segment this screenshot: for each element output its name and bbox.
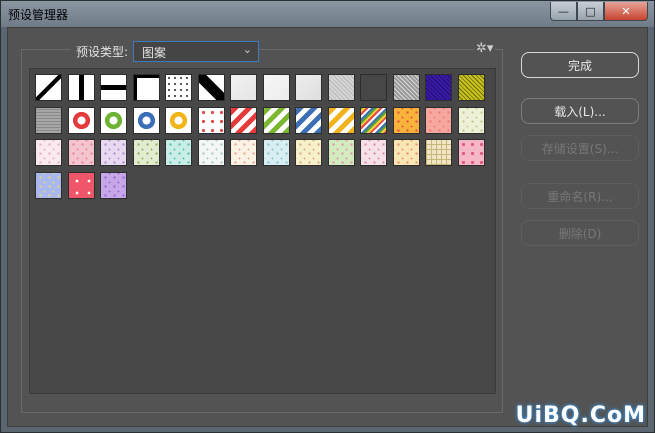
pattern-swatch[interactable] [35, 74, 62, 101]
pattern-swatch[interactable] [360, 139, 387, 166]
pattern-swatch[interactable] [360, 106, 387, 134]
pattern-swatch[interactable] [230, 74, 257, 101]
window-controls: — □ ✕ [550, 2, 648, 21]
maximize-icon: □ [585, 4, 596, 18]
pattern-swatch[interactable] [35, 171, 62, 199]
pattern-swatch[interactable] [100, 139, 127, 166]
pattern-swatch[interactable] [230, 139, 257, 166]
pattern-swatch[interactable] [327, 106, 355, 134]
delete-button[interactable]: 删除(D) [521, 220, 639, 246]
pattern-swatch[interactable] [392, 74, 420, 101]
pattern-swatch[interactable] [132, 139, 160, 166]
save-settings-button[interactable]: 存储设置(S)... [521, 135, 639, 161]
pattern-swatch[interactable] [35, 106, 62, 134]
pattern-swatch[interactable] [457, 139, 485, 166]
pattern-swatch[interactable] [67, 106, 95, 134]
window-title: 预设管理器 [8, 8, 69, 22]
preset-type-label: 预设类型: [70, 43, 135, 60]
close-button[interactable]: ✕ [604, 2, 648, 21]
pattern-swatch[interactable] [295, 74, 322, 101]
pattern-swatch[interactable] [197, 74, 225, 101]
pattern-swatch[interactable] [392, 106, 420, 134]
preset-manager-window: 预设管理器 — □ ✕ 预设类型: 图案 ⌄ ✲▾ 完成 载入(L)... 存储… [0, 0, 655, 433]
pattern-swatch[interactable] [197, 139, 225, 166]
minimize-button[interactable]: — [550, 2, 577, 21]
done-button[interactable]: 完成 [521, 52, 639, 78]
pattern-swatch[interactable] [360, 74, 387, 101]
pattern-swatch[interactable] [132, 74, 160, 101]
pattern-swatch[interactable] [457, 106, 485, 134]
preset-type-value: 图案 [142, 46, 167, 60]
pattern-swatch[interactable] [165, 106, 192, 134]
dialog-body: 预设类型: 图案 ⌄ ✲▾ 完成 载入(L)... 存储设置(S)... 重命名… [7, 27, 648, 427]
maximize-button[interactable]: □ [577, 2, 604, 21]
pattern-swatch[interactable] [132, 106, 160, 134]
gear-menu-icon[interactable]: ✲▾ [474, 41, 496, 56]
pattern-swatch[interactable] [165, 139, 192, 166]
pattern-swatch[interactable] [392, 139, 420, 166]
preset-type-select[interactable]: 图案 ⌄ [133, 41, 259, 62]
pattern-swatch[interactable] [327, 74, 355, 101]
title-bar[interactable]: 预设管理器 — □ ✕ [1, 1, 654, 27]
watermark-logo: UiBQ.CoM [515, 403, 646, 428]
pattern-swatch[interactable] [262, 74, 290, 101]
pattern-swatch[interactable] [230, 106, 257, 134]
pattern-swatch[interactable] [67, 139, 95, 166]
pattern-swatch[interactable] [262, 106, 290, 134]
minimize-icon: — [558, 4, 569, 18]
pattern-swatch[interactable] [425, 139, 452, 166]
pattern-swatch[interactable] [197, 106, 225, 134]
pattern-swatch[interactable] [425, 74, 452, 101]
pattern-swatch[interactable] [425, 106, 452, 134]
pattern-swatch[interactable] [35, 139, 62, 166]
pattern-swatch[interactable] [165, 74, 192, 101]
pattern-swatch[interactable] [67, 171, 95, 199]
pattern-swatch[interactable] [295, 139, 322, 166]
pattern-swatch[interactable] [295, 106, 322, 134]
preset-swatch-grid[interactable] [29, 68, 496, 394]
load-button[interactable]: 载入(L)... [521, 98, 639, 124]
close-icon: ✕ [621, 4, 631, 18]
pattern-swatch[interactable] [457, 74, 485, 101]
pattern-swatch[interactable] [67, 74, 95, 101]
pattern-swatch[interactable] [100, 74, 127, 101]
rename-button[interactable]: 重命名(R)... [521, 183, 639, 209]
pattern-swatch[interactable] [100, 171, 127, 199]
chevron-down-icon: ⌄ [242, 43, 252, 56]
pattern-swatch[interactable] [100, 106, 127, 134]
pattern-swatch[interactable] [327, 139, 355, 166]
pattern-swatch[interactable] [262, 139, 290, 166]
